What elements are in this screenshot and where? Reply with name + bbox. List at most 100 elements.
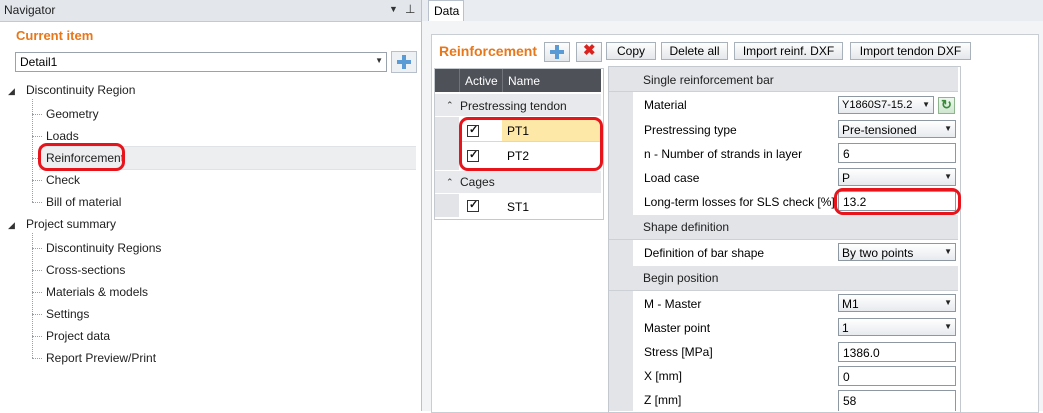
x-input[interactable]: 0 — [838, 366, 956, 386]
chevron-down-icon: ▼ — [944, 322, 952, 331]
detail-select-value: Detail1 — [20, 55, 58, 69]
strands-input[interactable]: 6 — [838, 143, 956, 163]
z-input[interactable]: 58 — [838, 390, 956, 411]
master-point-value: 1 — [842, 321, 849, 335]
tree-item-materials-models[interactable]: Materials & models — [46, 285, 148, 299]
column-header-active[interactable]: Active — [465, 74, 498, 88]
prop-label-losses: Long-term losses for SLS check [%] — [644, 195, 835, 209]
delete-button[interactable]: ✖ — [576, 42, 602, 62]
tree-item-report-preview[interactable]: Report Preview/Print — [46, 351, 156, 365]
tree-item-loads[interactable]: Loads — [46, 129, 79, 143]
master-value: M1 — [842, 297, 859, 311]
import-reinf-dxf-button[interactable]: Import reinf. DXF — [734, 42, 843, 60]
tree-line — [32, 336, 42, 337]
tree-line — [32, 233, 33, 358]
chevron-down-icon[interactable]: ▼ — [389, 4, 398, 14]
tree-line — [32, 358, 42, 359]
prop-label-x: X [mm] — [644, 369, 682, 383]
tree-expand-icon[interactable]: ◢ — [8, 220, 15, 231]
navigator-header: Navigator ▼ ⊥ — [0, 0, 421, 22]
section-label: Shape definition — [643, 220, 730, 234]
tree-line — [32, 114, 42, 115]
collapse-icon[interactable]: ⌃ — [446, 177, 454, 188]
detail-select[interactable]: Detail1 ▼ — [15, 52, 387, 72]
pin-icon[interactable]: ⊥ — [405, 2, 415, 16]
load-case-value: P — [842, 171, 851, 185]
reinforcement-title: Reinforcement — [439, 43, 538, 59]
tree-item-bill-of-material[interactable]: Bill of material — [46, 195, 121, 209]
section-label: Single reinforcement bar — [643, 73, 774, 87]
tree-item-check[interactable]: Check — [46, 173, 80, 187]
master-point-select[interactable]: 1 ▼ — [838, 318, 956, 336]
prop-label-master: M - Master — [644, 297, 702, 311]
table-cell-name[interactable]: ST1 — [507, 200, 529, 214]
import-tendon-dxf-button[interactable]: Import tendon DXF — [850, 42, 971, 60]
plus-icon — [397, 55, 411, 69]
copy-button[interactable]: Copy — [606, 42, 656, 60]
stress-value: 1386.0 — [843, 346, 880, 360]
prop-label-master-point: Master point — [644, 321, 711, 335]
grid-gutter — [609, 91, 633, 411]
tree-item-project-summary[interactable]: Project summary — [26, 217, 116, 231]
prop-label-strands: n - Number of strands in layer — [644, 147, 803, 161]
tree-line — [32, 180, 42, 181]
tab-data[interactable]: Data — [428, 0, 464, 22]
delete-all-button[interactable]: Delete all — [661, 42, 728, 60]
annotation-highlight — [38, 143, 125, 171]
bar-shape-value: By two points — [842, 246, 914, 260]
master-select[interactable]: M1 ▼ — [838, 294, 956, 312]
prop-label-bar-shape: Definition of bar shape — [644, 246, 765, 260]
tree-line — [32, 292, 42, 293]
prestressing-type-value: Pre-tensioned — [842, 123, 917, 137]
prop-label-stress: Stress [MPa] — [644, 345, 713, 359]
tree-item-cross-sections[interactable]: Cross-sections — [46, 263, 125, 277]
add-detail-button[interactable] — [391, 51, 417, 73]
tree-line — [32, 314, 42, 315]
tree-line — [32, 202, 42, 203]
chevron-down-icon: ▼ — [944, 172, 952, 181]
chevron-down-icon: ▼ — [375, 56, 383, 65]
column-header-name[interactable]: Name — [508, 74, 540, 88]
prop-label-z: Z [mm] — [644, 393, 682, 407]
prestressing-type-select[interactable]: Pre-tensioned ▼ — [838, 120, 956, 138]
z-value: 58 — [843, 394, 857, 408]
annotation-highlight — [459, 117, 603, 171]
load-case-select[interactable]: P ▼ — [838, 168, 956, 186]
plus-icon — [550, 45, 564, 59]
row-gutter — [435, 194, 459, 217]
navigator-title: Navigator — [4, 3, 56, 17]
column-separator — [502, 69, 503, 92]
bar-shape-select[interactable]: By two points ▼ — [838, 243, 956, 261]
tree-expand-icon[interactable]: ◢ — [8, 86, 15, 97]
collapse-icon[interactable]: ⌃ — [446, 100, 454, 111]
material-select[interactable]: Y1860S7-15.2 ▼ — [838, 96, 934, 114]
x-value: 0 — [843, 370, 850, 384]
refresh-button[interactable]: ↻ — [938, 97, 955, 114]
chevron-down-icon: ▼ — [922, 100, 930, 109]
tree-item-geometry[interactable]: Geometry — [46, 107, 99, 121]
tree-item-settings[interactable]: Settings — [46, 307, 89, 321]
prop-label-prestressing-type: Prestressing type — [644, 123, 737, 137]
prop-label-load-case: Load case — [644, 171, 700, 185]
tree-item-discontinuity-regions[interactable]: Discontinuity Regions — [46, 241, 161, 255]
tab-strip — [422, 0, 1043, 22]
group-label: Cages — [460, 175, 495, 189]
add-button[interactable] — [544, 42, 570, 62]
strands-value: 6 — [843, 147, 850, 161]
tree-line — [32, 270, 42, 271]
tree-item-project-data[interactable]: Project data — [46, 329, 110, 343]
row-gutter — [435, 117, 459, 170]
group-label: Prestressing tendon — [460, 99, 567, 113]
section-label: Begin position — [643, 271, 719, 285]
tree-line — [32, 136, 42, 137]
refresh-icon: ↻ — [941, 97, 952, 112]
x-icon: ✖ — [583, 42, 596, 59]
prop-label-material: Material — [644, 98, 687, 112]
tree-item-discontinuity-region[interactable]: Discontinuity Region — [26, 83, 135, 97]
stress-input[interactable]: 1386.0 — [838, 342, 956, 362]
active-checkbox[interactable]: ✓ — [467, 199, 479, 212]
material-value: Y1860S7-15.2 — [842, 99, 913, 111]
chevron-down-icon: ▼ — [944, 298, 952, 307]
chevron-down-icon: ▼ — [944, 124, 952, 133]
chevron-down-icon: ▼ — [944, 247, 952, 256]
